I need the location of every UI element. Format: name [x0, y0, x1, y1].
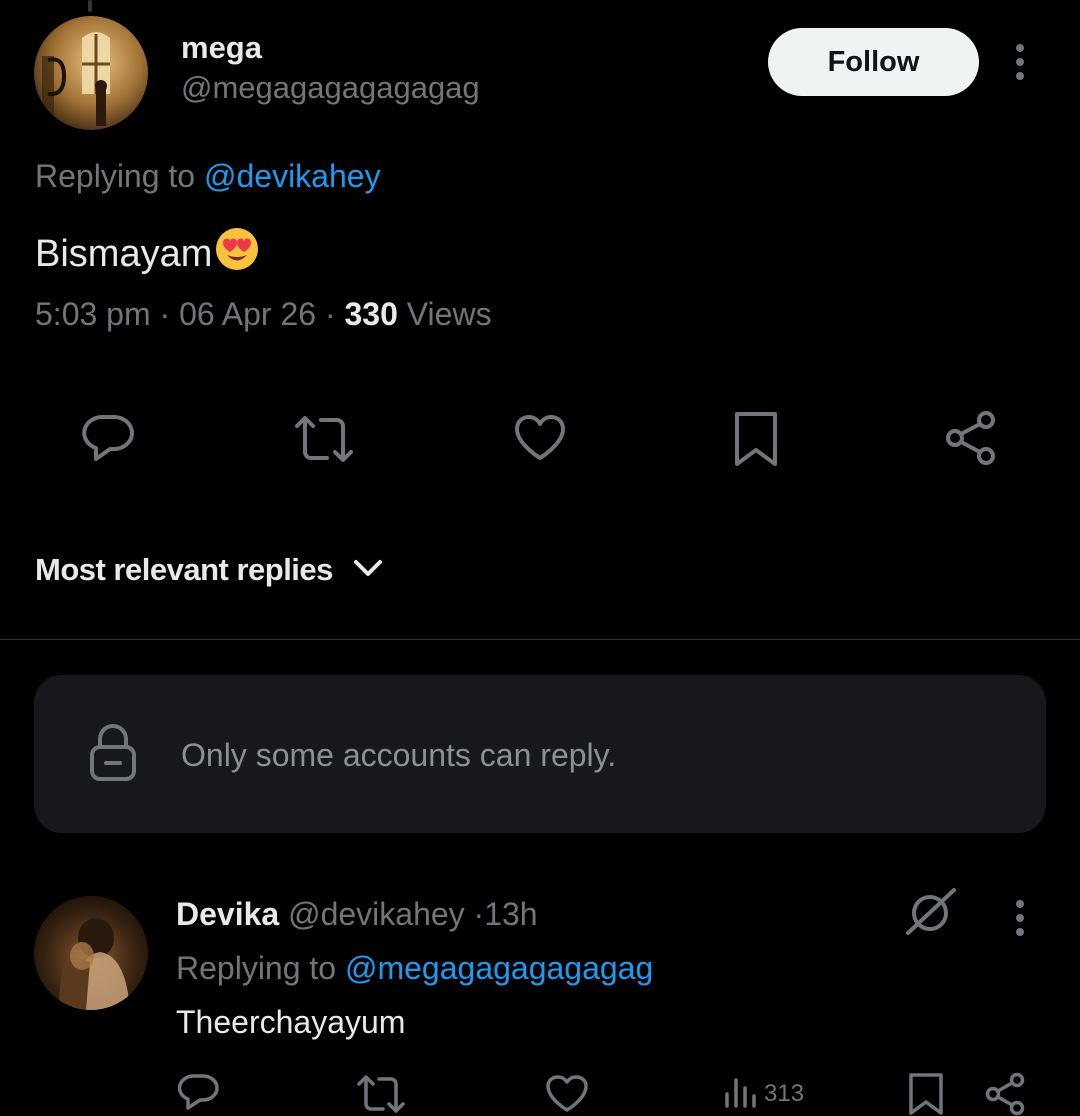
- reply-replying-to-label: Replying to: [176, 950, 345, 986]
- like-icon[interactable]: [513, 414, 567, 462]
- reply-views-count: 313: [764, 1080, 805, 1107]
- meta-separator: ·: [324, 296, 336, 332]
- reply-like-icon[interactable]: [545, 1074, 589, 1114]
- reply-restriction-notice: Only some accounts can reply.: [34, 675, 1046, 833]
- tweet-date[interactable]: 06 Apr 26: [179, 296, 316, 332]
- author-handle[interactable]: @megagagagagagag: [181, 70, 480, 106]
- chevron-down-icon: [353, 558, 383, 583]
- reply-more-options-icon[interactable]: [1016, 900, 1024, 936]
- author-display-name[interactable]: mega: [181, 30, 262, 66]
- reply-icon[interactable]: [80, 412, 136, 464]
- reply-sort-label: Most relevant replies: [35, 552, 333, 587]
- reply-author-handle[interactable]: @devikahey: [288, 896, 465, 932]
- meta-separator: ·: [159, 296, 171, 332]
- bookmark-icon[interactable]: [733, 410, 779, 468]
- more-options-icon[interactable]: [1016, 44, 1024, 80]
- tweet-text: Bismayam: [35, 226, 260, 282]
- views-icon: [722, 1074, 758, 1108]
- reply-text: Theerchayayum: [176, 1004, 406, 1040]
- tweet-meta-line: 5:03 pm · 06 Apr 26 · 330 Views: [35, 296, 492, 333]
- reply-replying-to-handle-link[interactable]: @megagagagagagag: [345, 950, 653, 986]
- reply-header: Devika @devikahey ·13h: [176, 896, 538, 933]
- author-avatar[interactable]: [34, 16, 148, 130]
- views-count[interactable]: 330: [345, 296, 398, 332]
- reply-sort-dropdown[interactable]: Most relevant replies: [35, 552, 383, 588]
- follow-button[interactable]: Follow: [768, 28, 979, 96]
- reply-restriction-text: Only some accounts can reply.: [181, 737, 617, 773]
- reply-author-avatar[interactable]: [34, 896, 148, 1010]
- reply-age[interactable]: 13h: [484, 896, 537, 932]
- reply-reply-icon[interactable]: [176, 1072, 220, 1112]
- replying-to-line: Replying to @devikahey: [35, 158, 381, 195]
- share-icon[interactable]: [944, 410, 998, 466]
- reply-share-icon[interactable]: [984, 1072, 1026, 1116]
- section-divider: [0, 639, 1080, 640]
- reply-meta-separator: ·: [473, 896, 485, 932]
- heart-eyes-emoji-icon: [214, 226, 260, 282]
- replying-to-handle-link[interactable]: @devikahey: [204, 158, 381, 194]
- tweet-text-content: Bismayam: [35, 233, 213, 275]
- tweet-time[interactable]: 5:03 pm: [35, 296, 151, 332]
- reply-views-stat[interactable]: 313: [722, 1074, 804, 1108]
- thread-connector-line: [88, 0, 92, 12]
- lock-icon: [88, 723, 138, 788]
- reply-retweet-icon[interactable]: [356, 1074, 406, 1114]
- grok-explain-icon[interactable]: [904, 887, 958, 942]
- retweet-icon[interactable]: [293, 414, 355, 464]
- reply-bookmark-icon[interactable]: [908, 1072, 944, 1116]
- reply-author-display-name[interactable]: Devika: [176, 896, 279, 932]
- replying-to-label: Replying to: [35, 158, 204, 194]
- reply-replying-to-line: Replying to @megagagagagagag: [176, 950, 653, 987]
- views-label[interactable]: Views: [407, 296, 492, 332]
